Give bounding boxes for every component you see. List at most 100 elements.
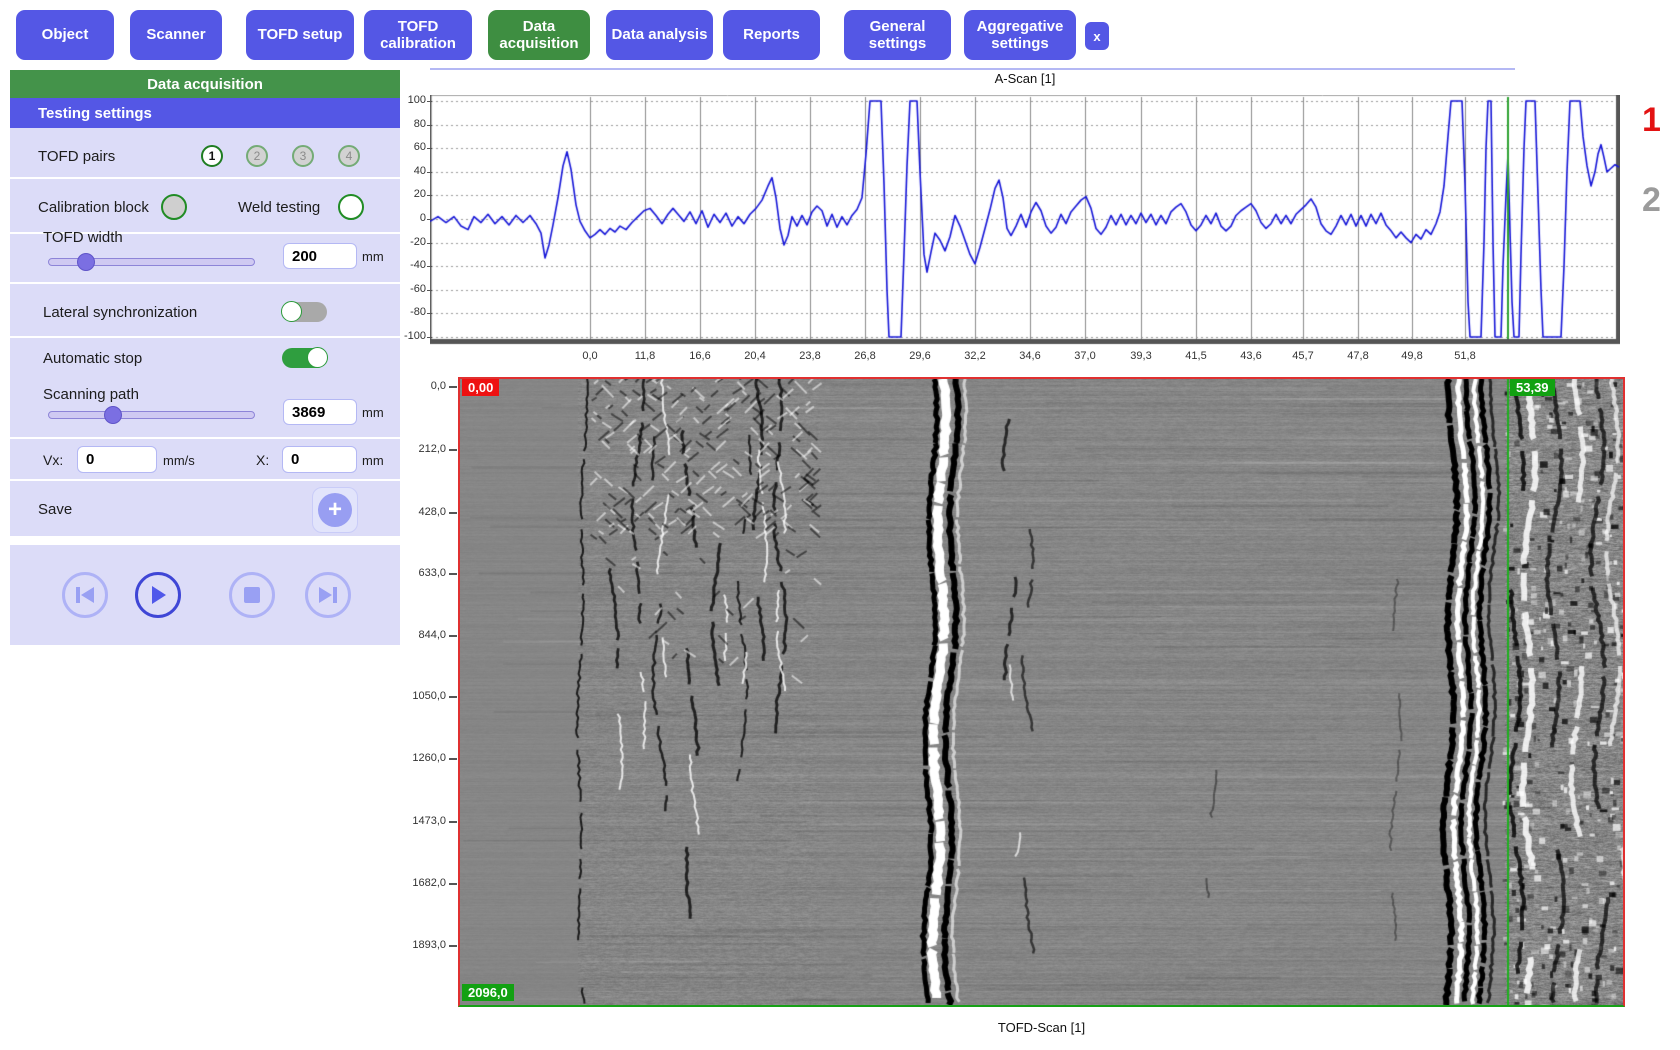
tofd-pair-4[interactable]: 4 [338,145,360,167]
ascan-x-tick: 11,8 [625,350,665,362]
toggle-knob [281,301,302,322]
tab-scanner[interactable]: Scanner [130,10,222,60]
tab-aggregative-settings[interactable]: Aggregative settings [964,10,1076,60]
ascan-y-tick: -80 [392,306,426,318]
tick [449,573,457,575]
tick [427,219,432,220]
channel-2-marker[interactable]: 2 [1642,183,1661,217]
weld-testing-label: Weld testing [238,199,320,216]
bscan-y-tick: 844,0 [396,629,446,641]
ascan-x-tick: 20,4 [735,350,775,362]
ascan-x-tick: 23,8 [790,350,830,362]
ascan-x-tick: 29,6 [900,350,940,362]
stop-button[interactable] [229,572,275,618]
tick [427,101,432,102]
auto-stop-label: Automatic stop [43,350,142,367]
tab-tofd-setup[interactable]: TOFD setup [246,10,354,60]
skip-to-end-icon [317,585,339,605]
ascan-y-tick: 40 [392,165,426,177]
ascan-y-tick: 0 [392,212,426,224]
tab-general-settings[interactable]: General settings [844,10,951,60]
ascan-y-tick: 100 [392,94,426,106]
bscan-title: TOFD-Scan [1] [458,1020,1625,1035]
section-testing-settings: Testing settings [10,98,400,128]
tick [427,337,432,338]
ascan-x-tick: 39,3 [1121,350,1161,362]
bscan-cursor-badge: 53,39 [1510,379,1555,396]
bscan-y-tick: 1473,0 [396,815,446,827]
skip-to-end-button[interactable] [305,572,351,618]
ascan-x-tick: 0,0 [570,350,610,362]
scanning-path-unit: mm [362,405,384,420]
ascan-y-tick: 60 [392,141,426,153]
calibration-block-radio[interactable] [161,194,187,220]
ascan-x-tick: 41,5 [1176,350,1216,362]
tofd-pair-3[interactable]: 3 [292,145,314,167]
ascan-x-tick: 47,8 [1338,350,1378,362]
bscan-image[interactable] [460,379,1623,1005]
tick [427,313,432,314]
scanning-path-slider-thumb[interactable] [104,406,122,424]
tab-data-acquisition[interactable]: Data acquisition [488,10,590,60]
weld-testing-radio[interactable] [338,194,364,220]
tick [449,945,457,947]
divider [10,336,400,338]
bscan-origin-badge: 0,00 [462,379,499,396]
ascan-x-tick: 32,2 [955,350,995,362]
x-unit: mm [362,453,384,468]
channel-1-marker[interactable]: 1 [1642,103,1661,137]
tofd-width-unit: mm [362,249,384,264]
bscan-length-badge: 2096,0 [462,984,514,1001]
stop-icon [243,586,261,604]
ascan-x-tick: 16,6 [680,350,720,362]
ascan-y-tick: -100 [392,330,426,342]
x-input[interactable] [282,446,357,473]
auto-stop-toggle[interactable] [282,348,327,368]
tofd-pairs-label: TOFD pairs [38,148,115,165]
tab-reports[interactable]: Reports [723,10,820,60]
tab-data-analysis[interactable]: Data analysis [606,10,713,60]
tofd-width-input[interactable] [283,243,357,269]
bscan-y-tick: 1682,0 [396,877,446,889]
bscan-y-tick: 1893,0 [396,939,446,951]
close-button[interactable]: x [1085,22,1109,50]
scanning-path-slider[interactable] [48,411,255,419]
tick [427,125,432,126]
tab-object[interactable]: Object [16,10,114,60]
tick [427,266,432,267]
vx-input[interactable] [77,446,157,473]
tick [449,696,457,698]
ascan-plot[interactable] [430,95,1620,345]
tick [449,821,457,823]
tick [427,172,432,173]
bscan-y-tick: 0,0 [396,380,446,392]
scanning-path-input[interactable] [283,399,357,425]
ascan-x-tick: 51,8 [1445,350,1485,362]
tick [449,883,457,885]
tick [449,449,457,451]
tick [427,290,432,291]
save-add-button[interactable]: + [312,487,358,533]
ascan-x-tick: 34,6 [1010,350,1050,362]
ascan-x-tick: 43,6 [1231,350,1271,362]
ascan-y-tick: 80 [392,118,426,130]
ascan-y-tick: 20 [392,188,426,200]
tofd-pair-2[interactable]: 2 [246,145,268,167]
tab-tofd-calibration[interactable]: TOFD calibration [364,10,472,60]
ascan-y-tick: -20 [392,236,426,248]
tofd-width-slider-thumb[interactable] [77,253,95,271]
ascan-x-tick: 45,7 [1283,350,1323,362]
bscan-y-tick: 428,0 [396,506,446,518]
bscan-y-tick: 633,0 [396,567,446,579]
tofd-pair-1[interactable]: 1 [201,145,223,167]
tick [449,758,457,760]
vx-label: Vx: [43,452,63,468]
panel-top-rule [430,68,1515,70]
lateral-sync-label: Lateral synchronization [43,304,197,321]
play-button[interactable] [135,572,181,618]
app-window: Object Scanner TOFD setupTOFD calibration D… [0,0,1680,1050]
skip-to-start-button[interactable] [62,572,108,618]
lateral-sync-toggle[interactable] [282,302,327,322]
ascan-y-tick: -60 [392,283,426,295]
sidebar-title: Data acquisition [10,70,400,98]
